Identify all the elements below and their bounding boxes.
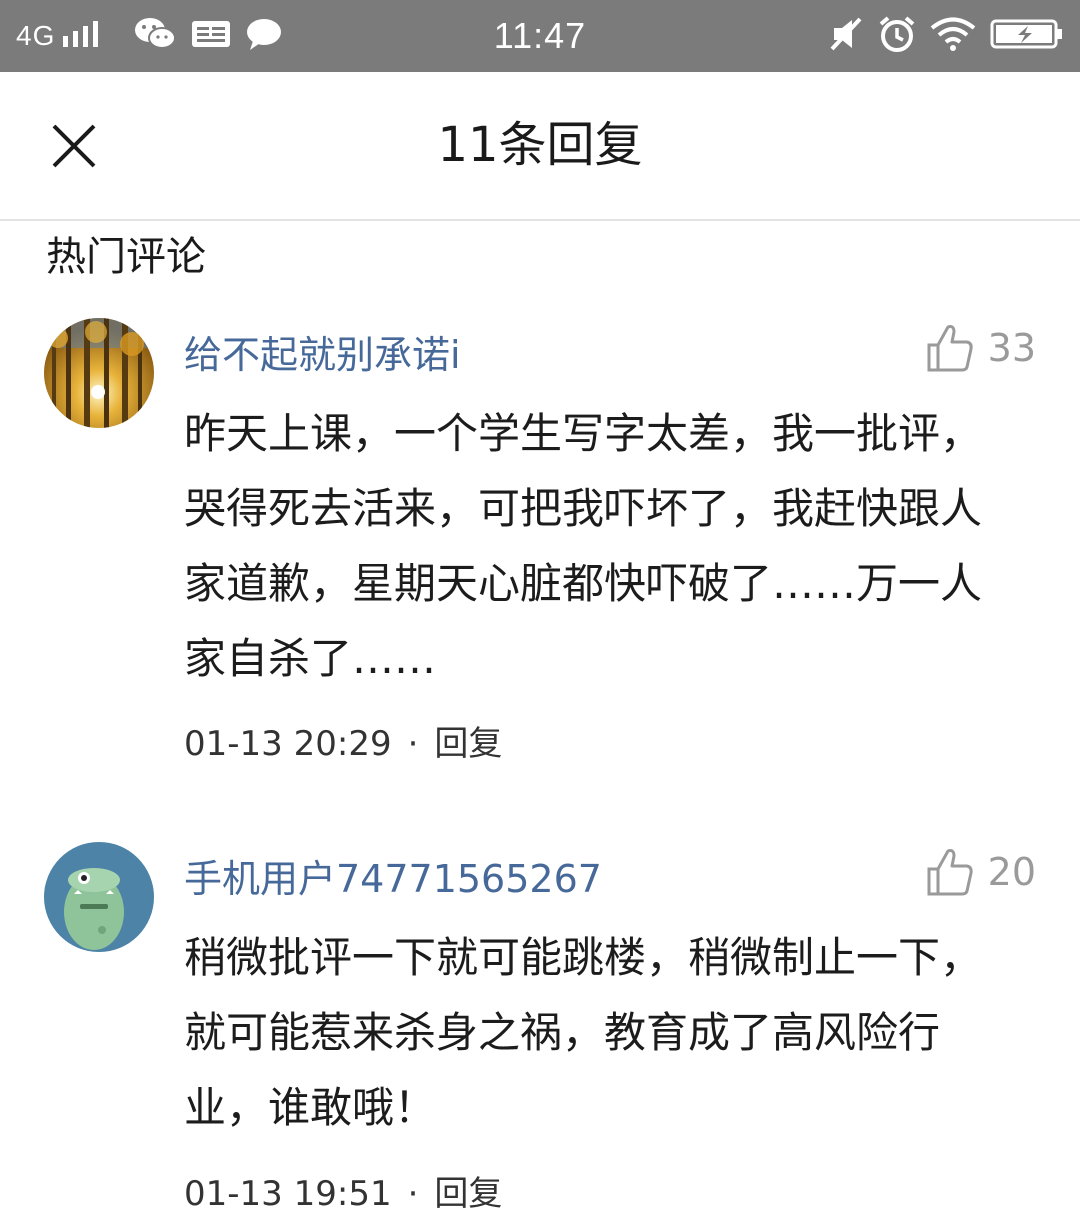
comment-meta: 01-13 20:29 · 回复 xyxy=(184,716,502,765)
like-button[interactable]: 20 xyxy=(926,842,1036,902)
like-count: 33 xyxy=(987,326,1036,370)
status-bar: 4G 11:47 xyxy=(0,0,1080,72)
comment-username[interactable]: 给不起就别承诺i xyxy=(184,324,461,379)
comment-item: 手机用户74771565267 20 稍微批评一下就可能跳楼，稍微制止一下，就可… xyxy=(0,842,1080,1232)
comment-time: 01-13 19:51 xyxy=(184,1174,392,1214)
like-button[interactable]: 33 xyxy=(926,318,1036,378)
comment-username[interactable]: 手机用户74771565267 xyxy=(184,848,602,903)
section-title-hot-comments: 热门评论 xyxy=(46,234,206,280)
vibrate-off-icon xyxy=(828,16,864,56)
thumbs-up-icon xyxy=(927,849,973,896)
comment-text: 稍微批评一下就可能跳楼，稍微制止一下，就可能惹来杀身之祸，教育成了高风险行业，谁… xyxy=(184,933,983,1132)
comment-time: 01-13 20:29 xyxy=(184,724,392,764)
avatar[interactable] xyxy=(44,842,154,952)
battery-charging-icon xyxy=(990,18,1064,54)
forest-avatar-image xyxy=(44,318,154,428)
meta-separator: · xyxy=(407,724,419,764)
meta-separator: · xyxy=(407,1174,419,1214)
comment-text: 昨天上课，一个学生写字太差，我一批评，哭得死去活来，可把我吓坏了，我赶快跟人家道… xyxy=(184,409,983,683)
page-title: 11条回复 xyxy=(437,117,643,173)
wifi-icon xyxy=(930,17,976,55)
reply-button[interactable]: 回复 xyxy=(434,1174,502,1214)
reply-button[interactable]: 回复 xyxy=(434,724,502,764)
comment-item: 给不起就别承诺i 33 昨天上课，一个学生写字太差，我一批评，哭得死去活来，可把… xyxy=(0,318,1080,778)
avatar[interactable] xyxy=(44,318,154,428)
alarm-icon xyxy=(878,15,916,57)
sheet-header: 11条回复 xyxy=(0,72,1080,221)
comment-meta: 01-13 19:51 · 回复 xyxy=(184,1166,502,1215)
like-count: 20 xyxy=(987,850,1036,894)
status-bar-right xyxy=(828,0,1064,72)
green-monster-avatar-image xyxy=(44,842,154,952)
replies-sheet: 11条回复 热门评论 给不起就别承诺i 33 昨天上课，一个学生写字太差，我一批… xyxy=(0,72,1080,1232)
thumbs-up-icon xyxy=(927,325,973,372)
